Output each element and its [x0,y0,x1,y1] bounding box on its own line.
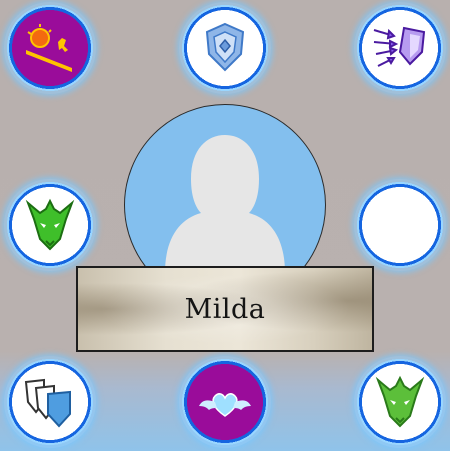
ability-slot-top-center[interactable] [179,2,271,94]
stacked-shields-icon [24,378,71,428]
winged-heart-icon [199,393,251,417]
blue-emblem-shield-icon [205,22,245,72]
arrows-into-shield-icon [373,26,426,67]
character-name: Milda [184,293,266,325]
sun-over-slope-icon [26,24,72,72]
ability-slot-bottom-left[interactable] [4,356,96,448]
green-dragon-head-icon [375,375,425,428]
ability-slot-middle-left[interactable] [4,179,96,271]
ability-slot-bottom-center[interactable] [179,356,271,448]
character-nameplate: Milda [76,266,374,352]
green-dragon-head-icon [25,198,75,251]
ability-slot-bottom-right[interactable] [354,356,446,448]
ability-slot-top-left[interactable] [4,2,96,94]
ability-slot-middle-right-empty[interactable] [354,179,446,271]
ability-slot-top-right[interactable] [354,2,446,94]
